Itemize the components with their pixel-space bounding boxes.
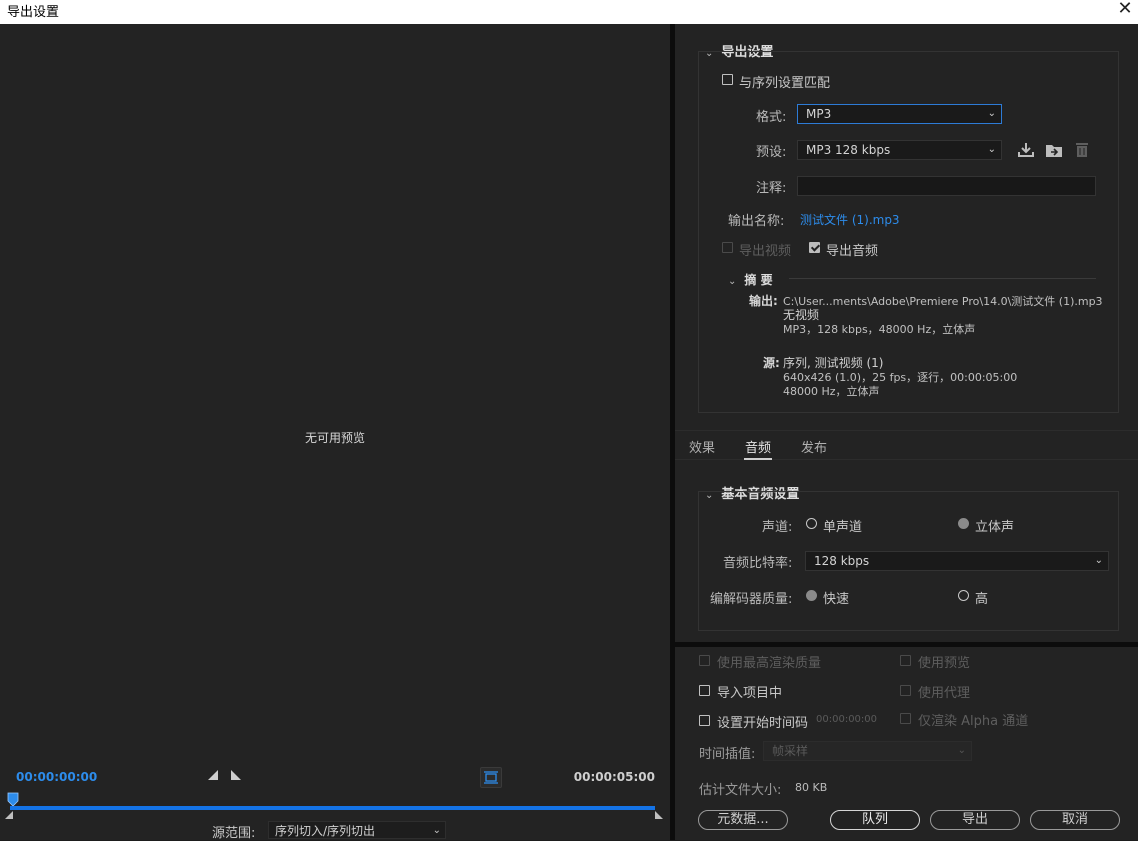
export-audio-label: 导出音频: [826, 244, 879, 259]
export-button[interactable]: 导出: [930, 810, 1020, 830]
source-range-select[interactable]: 序列切入/序列切出 ⌄: [268, 821, 446, 839]
delete-preset-icon[interactable]: [1073, 141, 1091, 157]
settings-tabs: 效果 音频 发布: [675, 430, 1138, 460]
cancel-button[interactable]: 取消: [1030, 810, 1120, 830]
in-point-handle-icon[interactable]: [4, 810, 14, 820]
estimated-size-label: 估计文件大小:: [699, 783, 782, 798]
save-preset-icon[interactable]: [1017, 142, 1035, 158]
bitrate-label: 音频比特率:: [723, 556, 793, 571]
set-start-timecode-checkbox[interactable]: [699, 715, 710, 726]
fit-range-button[interactable]: [480, 767, 502, 788]
preset-label: 预设:: [756, 145, 787, 160]
comments-label: 注释:: [756, 181, 787, 196]
mark-in-icon[interactable]: [207, 769, 219, 781]
use-previews-label: 使用预览: [918, 656, 971, 671]
high-radio[interactable]: [958, 590, 969, 601]
active-tab-indicator: [744, 458, 772, 460]
channels-label: 声道:: [762, 520, 793, 535]
stereo-radio[interactable]: [958, 518, 969, 529]
summary-output-line3: MP3，128 kbps，48000 Hz，立体声: [783, 323, 976, 336]
import-into-project-checkbox[interactable]: [699, 685, 710, 696]
close-icon[interactable]: ✕: [1114, 0, 1136, 20]
time-interpolation-select[interactable]: 帧采样 ⌄: [763, 741, 972, 761]
title-bar: 导出设置 ✕: [0, 0, 1138, 25]
footer-divider[interactable]: [675, 642, 1138, 647]
metadata-button[interactable]: 元数据...: [698, 810, 788, 830]
export-audio-checkbox[interactable]: [809, 242, 820, 253]
max-render-quality-label: 使用最高渲染质量: [717, 656, 822, 671]
summary-divider: [789, 278, 1096, 279]
format-select[interactable]: MP3 ⌄: [797, 104, 1002, 124]
output-name-link[interactable]: 测试文件 (1).mp3: [800, 211, 900, 228]
estimated-size-value: 80 KB: [795, 781, 828, 794]
source-range-value: 序列切入/序列切出: [275, 824, 376, 838]
chevron-down-icon: ⌄: [1094, 555, 1103, 566]
window-title: 导出设置: [7, 5, 60, 20]
tab-effects[interactable]: 效果: [689, 437, 715, 456]
summary-source-line3: 48000 Hz，立体声: [783, 385, 880, 398]
import-into-project-label: 导入项目中: [717, 686, 783, 701]
export-video-checkbox[interactable]: [722, 242, 733, 253]
codec-quality-label: 编解码器质量:: [710, 592, 793, 607]
render-alpha-only-checkbox[interactable]: [900, 713, 911, 724]
preset-select[interactable]: MP3 128 kbps ⌄: [797, 140, 1002, 160]
chevron-down-icon: ⌄: [987, 108, 996, 119]
source-range-label: 源范围:: [212, 826, 256, 841]
import-preset-icon[interactable]: [1045, 142, 1063, 158]
chevron-down-icon: ⌄: [432, 825, 441, 836]
timeline-track[interactable]: [10, 806, 655, 810]
chevron-down-icon: ⌄: [957, 745, 966, 756]
comments-field[interactable]: [797, 176, 1096, 196]
match-sequence-label: 与序列设置匹配: [739, 76, 831, 91]
match-sequence-checkbox[interactable]: [722, 74, 733, 85]
fast-label: 快速: [823, 592, 850, 607]
fast-radio[interactable]: [806, 590, 817, 601]
max-render-quality-checkbox[interactable]: [699, 655, 710, 666]
bitrate-select[interactable]: 128 kbps ⌄: [805, 551, 1109, 571]
summary-header[interactable]: ⌄ 摘 要: [728, 271, 773, 288]
tab-publish[interactable]: 发布: [801, 437, 827, 456]
export-video-label: 导出视频: [739, 244, 792, 259]
chevron-down-icon: ⌄: [987, 144, 996, 155]
time-interpolation-label: 时间插值:: [699, 747, 756, 762]
render-alpha-only-label: 仅渲染 Alpha 通道: [918, 714, 1029, 729]
timecode-start[interactable]: 00:00:00:00: [16, 770, 97, 784]
fit-range-icon: [484, 771, 498, 784]
format-label: 格式:: [756, 110, 787, 125]
mono-radio[interactable]: [806, 518, 817, 529]
queue-button[interactable]: 队列: [830, 810, 920, 830]
timecode-end: 00:00:05:00: [573, 770, 655, 784]
summary-output-path: C:\User...ments\Adobe\Premiere Pro\14.0\…: [783, 295, 1103, 308]
chevron-down-icon: ⌄: [728, 276, 737, 287]
set-start-timecode-label: 设置开始时间码: [717, 716, 809, 731]
preview-panel: 无可用预览 00:00:00:00 00:00:05:00 源范围: 序列切入/…: [0, 24, 670, 841]
settings-panel: ⌄ 导出设置 与序列设置匹配 格式: MP3 ⌄ 预设: MP3 128 kbps…: [675, 24, 1138, 840]
out-point-handle-icon[interactable]: [654, 810, 664, 820]
tab-audio[interactable]: 音频: [745, 437, 771, 456]
summary-output-key: 输出:: [749, 294, 778, 308]
no-preview-text: 无可用预览: [304, 431, 365, 445]
use-proxies-checkbox[interactable]: [900, 685, 911, 696]
use-proxies-label: 使用代理: [918, 686, 971, 701]
use-previews-checkbox[interactable]: [900, 655, 911, 666]
summary-source-key: 源:: [763, 356, 780, 370]
output-name-label: 输出名称:: [728, 214, 785, 229]
start-timecode-value[interactable]: 00:00:00:00: [816, 714, 877, 725]
mono-label: 单声道: [823, 520, 863, 535]
mark-out-icon[interactable]: [230, 769, 242, 781]
high-label: 高: [975, 592, 989, 607]
stereo-label: 立体声: [975, 520, 1015, 535]
